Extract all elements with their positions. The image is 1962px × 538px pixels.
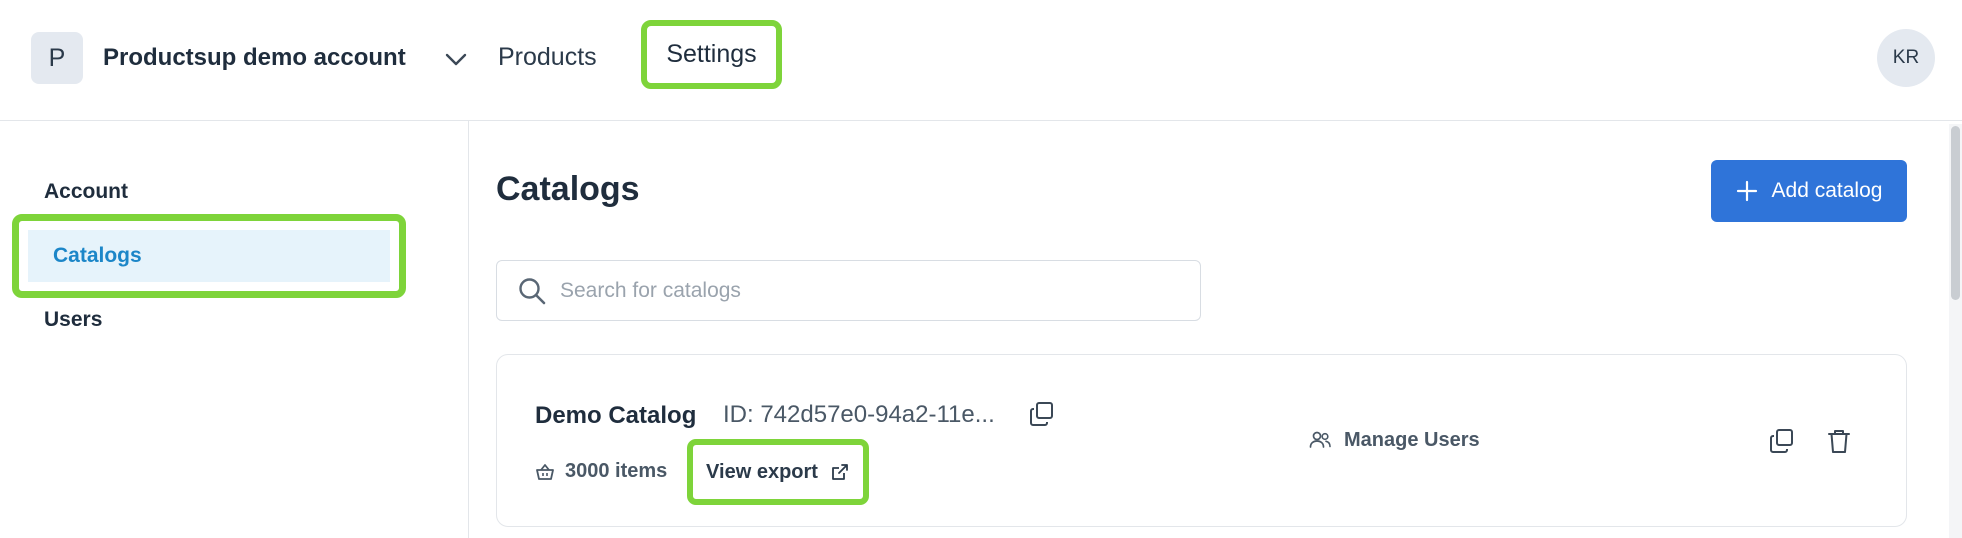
catalog-name: Demo Catalog (535, 402, 697, 429)
search-box[interactable] (496, 260, 1201, 321)
catalog-card: Demo Catalog ID: 742d57e0-94a2-11e... 30… (496, 354, 1907, 527)
search-input[interactable] (560, 273, 1160, 309)
nav-tab-products[interactable]: Products (498, 43, 597, 72)
plus-icon (1736, 180, 1758, 202)
basket-icon (535, 462, 555, 482)
external-link-icon (830, 462, 850, 482)
nav-tab-settings[interactable]: Settings (641, 20, 782, 89)
sidebar-item-catalogs[interactable]: Catalogs (12, 214, 406, 298)
top-navigation-bar: P Productsup demo account Products Setti… (0, 0, 1962, 121)
view-export-link[interactable]: View export (687, 439, 869, 505)
users-icon (1308, 428, 1332, 452)
account-avatar[interactable]: P (31, 32, 83, 84)
manage-users-label: Manage Users (1344, 428, 1480, 451)
sidebar-item-users[interactable]: Users (44, 308, 102, 332)
chevron-down-icon[interactable] (441, 44, 471, 74)
copy-id-icon[interactable] (1028, 400, 1056, 428)
manage-users-button[interactable]: Manage Users (1308, 428, 1480, 452)
scrollbar-thumb[interactable] (1951, 126, 1960, 300)
catalog-id: ID: 742d57e0-94a2-11e... (723, 401, 995, 428)
account-name[interactable]: Productsup demo account (103, 44, 406, 72)
add-catalog-button[interactable]: Add catalog (1711, 160, 1907, 222)
user-avatar[interactable]: KR (1877, 29, 1935, 87)
sidebar-item-account[interactable]: Account (44, 180, 128, 204)
trash-icon[interactable] (1825, 427, 1853, 455)
view-export-label: View export (706, 460, 818, 483)
page-title: Catalogs (496, 170, 640, 208)
catalog-items-count: 3000 items (535, 460, 667, 483)
items-count-text: 3000 items (565, 460, 668, 482)
page-scrollbar[interactable] (1949, 124, 1962, 538)
add-catalog-label: Add catalog (1771, 179, 1883, 202)
search-icon (517, 276, 547, 306)
sidebar-item-catalogs-label: Catalogs (28, 230, 390, 282)
duplicate-catalog-icon[interactable] (1768, 427, 1796, 455)
nav-tab-settings-label: Settings (666, 40, 757, 68)
